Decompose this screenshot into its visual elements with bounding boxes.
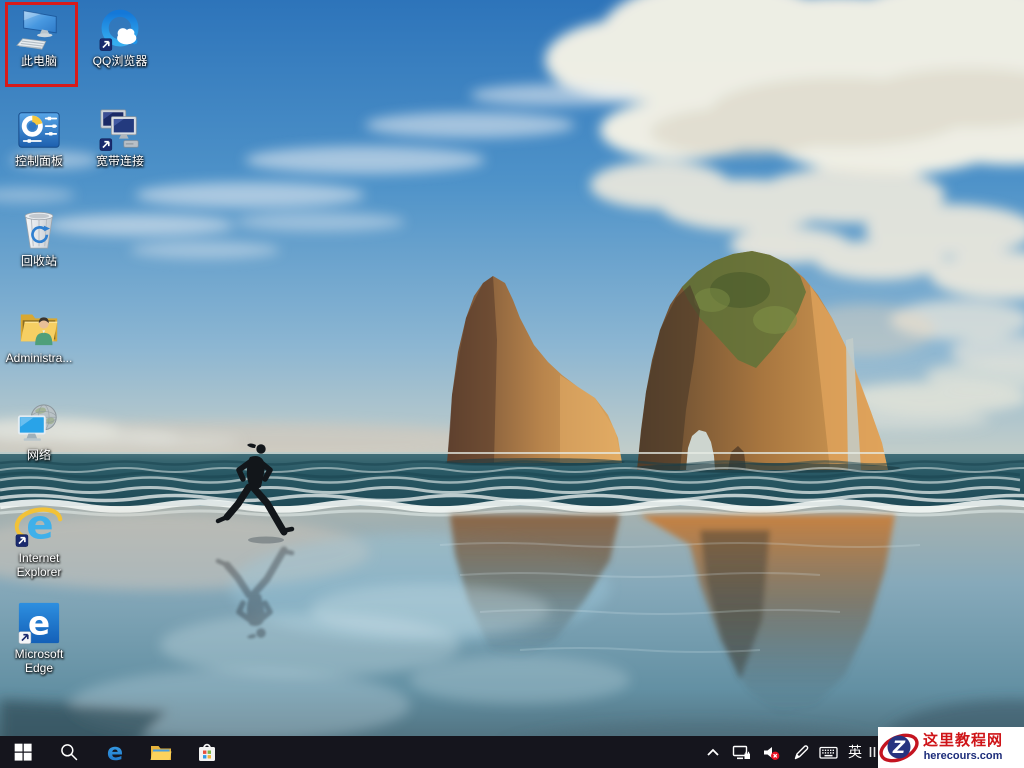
system-tray: 英 [700,736,878,768]
keyboard-icon [819,744,838,761]
icon-label: 回收站 [2,254,76,268]
icon-label: Internet Explorer [2,551,76,579]
desktop-icon-microsoft-edge[interactable]: e Microsoft Edge [2,600,76,675]
watermark-logo-icon: Z [878,728,922,768]
icon-label: Microsoft Edge [2,647,76,675]
pen-icon [792,744,809,761]
shortcut-arrow-badge [100,39,112,51]
touch-keyboard-button[interactable] [814,736,842,768]
network-icon [16,401,62,447]
show-hidden-icons-button[interactable] [700,736,726,768]
svg-text:Z: Z [892,738,906,758]
start-button[interactable] [0,736,46,768]
broadband-connection-icon [97,107,143,153]
desktop-icon-broadband[interactable]: 宽带连接 [83,107,157,168]
taskbar-file-explorer-button[interactable] [138,736,184,768]
user-folder-icon [16,302,62,350]
icon-label: Administra... [2,351,76,365]
partially-hidden-tray-icon[interactable] [868,736,878,768]
edge-icon: e [102,739,128,765]
icon-label: QQ浏览器 [83,54,157,68]
svg-text:e: e [28,605,50,643]
microsoft-edge-icon: e [16,600,62,646]
svg-text:e: e [107,739,123,765]
clipped-tray-icon [868,744,878,760]
windows-desktop: 此电脑 QQ浏览器 [0,0,1024,768]
desktop-icon-qq-browser[interactable]: QQ浏览器 [83,7,157,68]
recycle-bin-icon [16,205,62,253]
qq-browser-icon [97,7,143,53]
taskbar-store-button[interactable] [184,736,230,768]
taskbar: e [0,736,1024,768]
ime-language-indicator[interactable]: 英 [842,736,868,768]
desktop-icon-this-pc[interactable]: 此电脑 [2,7,76,68]
chevron-up-icon [705,745,721,759]
shortcut-arrow-badge [16,535,28,547]
watermark-site-url: herecours.com [923,750,1003,763]
desktop-icon-network[interactable]: 网络 [2,401,76,462]
file-explorer-icon [149,740,173,764]
network-tray-button[interactable] [726,736,756,768]
search-button[interactable] [46,736,92,768]
desktop-icon-internet-explorer[interactable]: e Internet Explorer [2,498,76,579]
shortcut-arrow-badge [19,632,31,644]
site-watermark: Z 这里教程网 herecours.com [878,727,1024,768]
taskbar-edge-button[interactable]: e [92,736,138,768]
microsoft-store-icon [195,740,219,764]
windows-ink-button[interactable] [786,736,814,768]
search-icon [59,742,79,762]
ethernet-network-icon [732,744,751,761]
volume-muted-icon [762,744,780,761]
this-pc-icon [16,7,62,53]
icon-label: 此电脑 [2,54,76,68]
icon-label: 网络 [2,448,76,462]
internet-explorer-icon: e [14,498,64,550]
shortcut-arrow-badge [100,139,112,151]
desktop-icon-admin-folder[interactable]: Administra... [2,302,76,365]
desktop-icon-recycle-bin[interactable]: 回收站 [2,205,76,268]
icon-label: 控制面板 [2,154,76,168]
windows-logo-icon [13,742,33,762]
volume-tray-button[interactable] [756,736,786,768]
control-panel-icon [16,107,62,153]
icon-label: 宽带连接 [83,154,157,168]
desktop-icon-control-panel[interactable]: 控制面板 [2,107,76,168]
watermark-site-name: 这里教程网 [923,732,1003,750]
